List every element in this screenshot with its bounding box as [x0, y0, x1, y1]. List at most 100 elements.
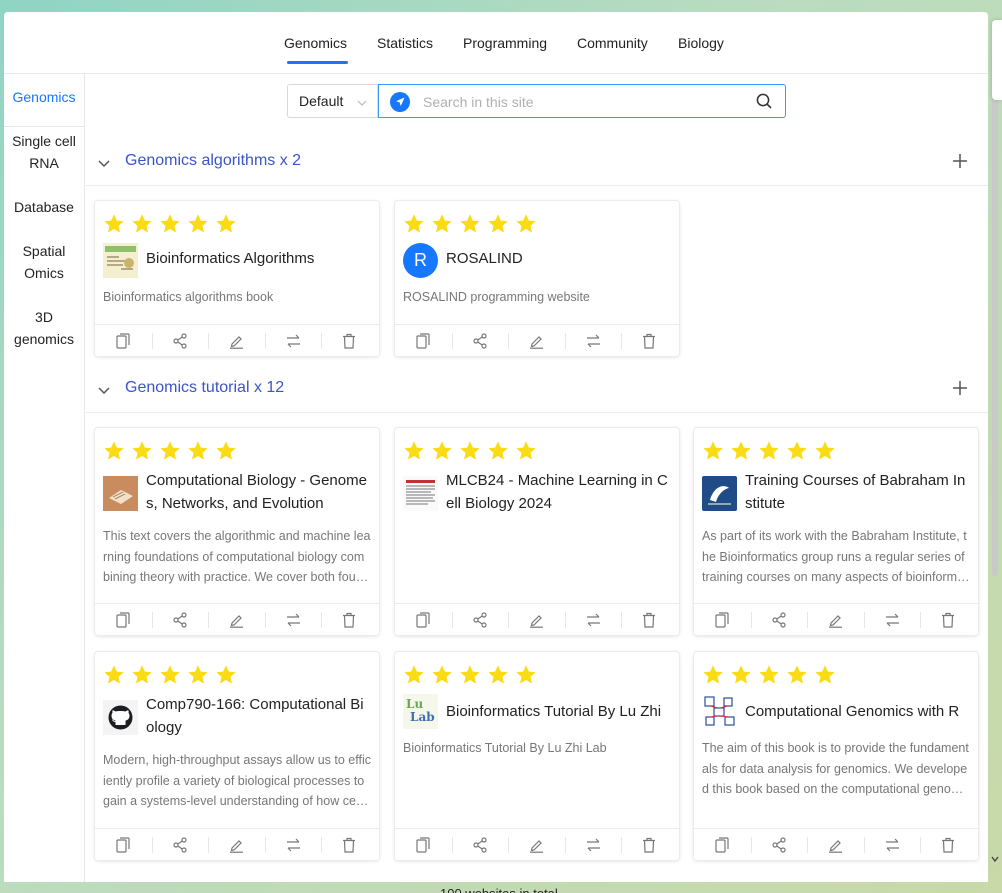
tab-programming[interactable]: Programming: [463, 35, 547, 51]
site-card[interactable]: Lu Lab Bioinformatics Tutorial By Lu Zhi Bi…: [395, 652, 679, 860]
search-placeholder: Search in this site: [423, 94, 534, 110]
collapse-caret-icon[interactable]: [97, 383, 111, 401]
edit-icon[interactable]: [208, 829, 264, 861]
share-icon[interactable]: [152, 604, 208, 636]
copy-icon[interactable]: [395, 604, 451, 636]
card-title[interactable]: Bioinformatics Tutorial By Lu Zhi: [446, 700, 671, 723]
share-icon[interactable]: [152, 829, 208, 861]
section-header: Genomics algorithms x 2: [86, 140, 988, 186]
tab-genomics[interactable]: Genomics: [284, 35, 349, 64]
site-card[interactable]: Computational Genomics with R The aim of …: [694, 652, 978, 860]
lu-lab-logo: Lu Lab: [403, 694, 438, 729]
tab-statistics[interactable]: Statistics: [377, 35, 433, 51]
top-nav: Genomics Statistics Programming Communit…: [4, 12, 988, 74]
chevron-down-icon: [356, 96, 368, 112]
delete-icon[interactable]: [621, 829, 677, 861]
copy-icon[interactable]: [95, 604, 151, 636]
copy-icon[interactable]: [694, 829, 750, 861]
card-title[interactable]: ROSALIND: [446, 247, 671, 270]
site-card[interactable]: Training Courses of Babraham Institute As…: [694, 428, 978, 635]
delete-icon[interactable]: [321, 604, 377, 636]
card-actions: [395, 828, 679, 860]
card-actions: [694, 603, 978, 635]
share-icon[interactable]: [751, 604, 807, 636]
site-card[interactable]: R ROSALIND ROSALIND programming website: [395, 201, 679, 356]
move-icon[interactable]: [864, 829, 920, 861]
card-description: The aim of this book is to provide the f…: [702, 741, 969, 796]
move-icon[interactable]: [265, 325, 321, 357]
add-icon[interactable]: [952, 380, 968, 401]
edit-icon[interactable]: [508, 604, 564, 636]
card-description: Modern, high-throughput assays allow us …: [103, 753, 371, 808]
card-title[interactable]: Computational Biology - Genomes, Network…: [146, 469, 371, 515]
move-icon[interactable]: [565, 604, 621, 636]
share-icon[interactable]: [452, 829, 508, 861]
copy-icon[interactable]: [694, 604, 750, 636]
tab-biology[interactable]: Biology: [678, 35, 724, 51]
sidebar-item-spatial-omics[interactable]: Spatial Omics: [4, 240, 84, 284]
sidebar-item-single-cell-rna[interactable]: Single cell RNA: [4, 130, 84, 174]
edit-icon[interactable]: [807, 604, 863, 636]
tab-community[interactable]: Community: [577, 35, 648, 51]
share-icon[interactable]: [751, 829, 807, 861]
delete-icon[interactable]: [621, 325, 677, 357]
collapse-caret-icon[interactable]: [97, 156, 111, 174]
share-icon[interactable]: [152, 325, 208, 357]
book-cover-logo: [103, 243, 138, 278]
site-card[interactable]: Computational Biology - Genomes, Network…: [95, 428, 379, 635]
sidebar-item-3d-genomics[interactable]: 3D genomics: [4, 306, 84, 350]
card-title[interactable]: Training Courses of Babraham Institute: [745, 469, 970, 515]
book-logo: [103, 476, 138, 511]
edit-icon[interactable]: [807, 829, 863, 861]
move-icon[interactable]: [864, 604, 920, 636]
site-card[interactable]: Comp790-166: Computational Biology Modern…: [95, 652, 379, 860]
add-icon[interactable]: [952, 153, 968, 174]
search-input[interactable]: Search in this site: [378, 84, 786, 118]
delete-icon[interactable]: [920, 829, 976, 861]
move-icon[interactable]: [265, 604, 321, 636]
edit-icon[interactable]: [508, 829, 564, 861]
section-header: Genomics tutorial x 12: [86, 367, 988, 413]
copy-icon[interactable]: [95, 325, 151, 357]
search-icon[interactable]: [755, 92, 773, 115]
search-engine-select[interactable]: Default: [287, 84, 378, 118]
delete-icon[interactable]: [321, 829, 377, 861]
footer-total: 100 websites in total: [440, 884, 558, 893]
site-card[interactable]: MLCB24 - Machine Learning in Cell Biolog…: [395, 428, 679, 635]
scroll-down-arrow-icon[interactable]: [991, 850, 999, 868]
card-description: Bioinformatics Tutorial By Lu Zhi Lab: [403, 741, 607, 755]
github-icon: [103, 700, 138, 735]
move-icon[interactable]: [565, 325, 621, 357]
card-title[interactable]: Comp790-166: Computational Biology: [146, 693, 371, 739]
share-icon[interactable]: [452, 325, 508, 357]
section-title[interactable]: Genomics tutorial x 12: [125, 379, 284, 397]
scrollbar-thumb[interactable]: [992, 96, 998, 576]
edit-icon[interactable]: [208, 325, 264, 357]
share-icon[interactable]: [452, 604, 508, 636]
move-icon[interactable]: [565, 829, 621, 861]
copy-icon[interactable]: [95, 829, 151, 861]
card-actions: [395, 603, 679, 635]
card-title[interactable]: Computational Genomics with R: [745, 700, 970, 723]
sidebar: Genomics Single cell RNA Database Spatia…: [4, 74, 85, 882]
card-title[interactable]: MLCB24 - Machine Learning in Cell Biolog…: [446, 469, 671, 515]
card-actions: [95, 828, 379, 860]
edit-icon[interactable]: [508, 325, 564, 357]
delete-icon[interactable]: [920, 604, 976, 636]
section-title[interactable]: Genomics algorithms x 2: [125, 152, 301, 170]
delete-icon[interactable]: [621, 604, 677, 636]
sidebar-item-genomics[interactable]: Genomics: [4, 86, 84, 127]
delete-icon[interactable]: [321, 325, 377, 357]
card-title[interactable]: Bioinformatics Algorithms: [146, 247, 371, 270]
card-description: ROSALIND programming website: [403, 290, 590, 304]
card-description: As part of its work with the Babraham In…: [702, 529, 968, 584]
copy-icon[interactable]: [395, 829, 451, 861]
side-panel-edge: [992, 20, 1002, 100]
scrollbar[interactable]: [988, 12, 1002, 882]
edit-icon[interactable]: [208, 604, 264, 636]
site-card[interactable]: Bioinformatics Algorithms Bioinformatics …: [95, 201, 379, 356]
move-icon[interactable]: [265, 829, 321, 861]
sidebar-item-database[interactable]: Database: [4, 196, 84, 218]
copy-icon[interactable]: [395, 325, 451, 357]
card-actions: [395, 324, 679, 356]
